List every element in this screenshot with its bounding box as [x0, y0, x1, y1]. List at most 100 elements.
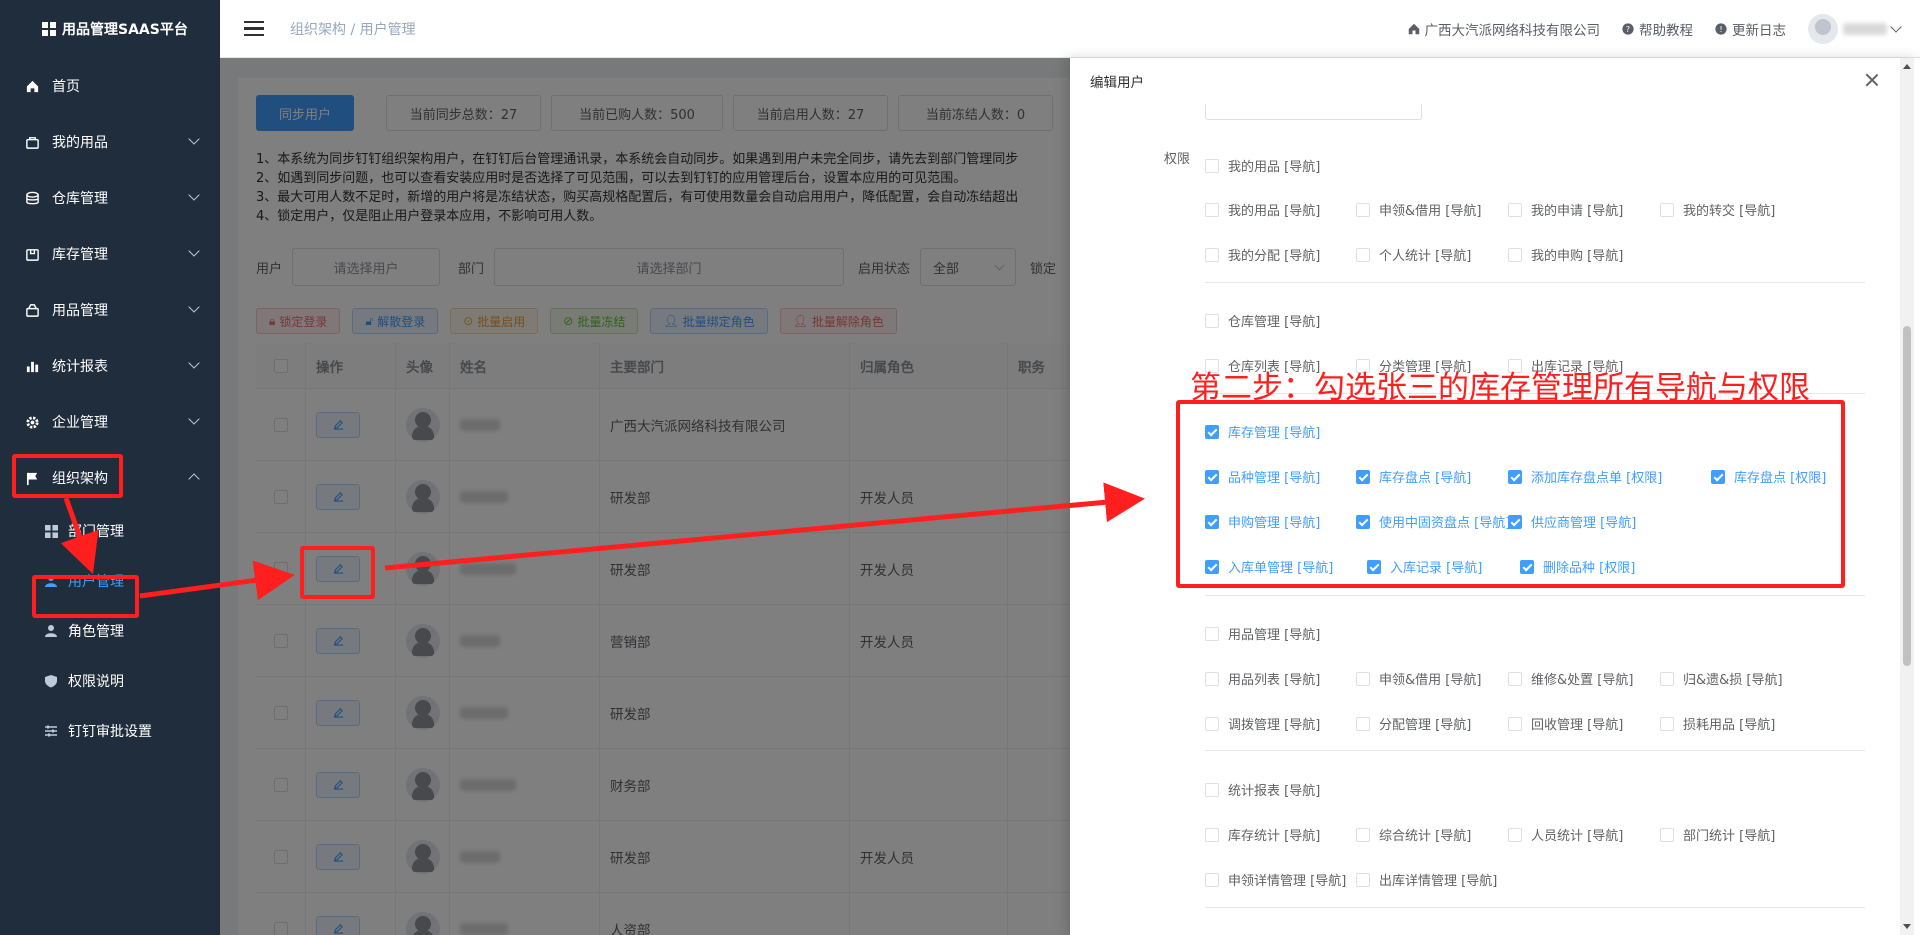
box-icon — [24, 246, 40, 262]
home-icon — [24, 78, 40, 94]
sidebar-item-enterprise[interactable]: 企业管理 — [0, 394, 220, 450]
sidebar-item-inventory[interactable]: 库存管理 — [0, 226, 220, 282]
checkbox[interactable] — [1660, 671, 1674, 686]
permission-checkbox[interactable]: 个人统计 [导航] — [1356, 245, 1471, 264]
permission-label: 综合统计 [导航] — [1379, 829, 1472, 844]
permission-checkbox[interactable]: 我的转交 [导航] — [1660, 200, 1775, 219]
avatar — [1808, 14, 1838, 44]
changelog-link[interactable]: ! 更新日志 — [1715, 19, 1786, 39]
bar-chart-icon — [24, 358, 40, 374]
checkbox[interactable] — [1508, 671, 1522, 686]
permission-checkbox[interactable]: 我的用品 [导航] — [1205, 156, 1320, 175]
sidebar-item-supplies[interactable]: 用品管理 — [0, 282, 220, 338]
permission-checkbox[interactable]: 归&遗&损 [导航] — [1660, 669, 1783, 688]
breadcrumb-parent[interactable]: 组织架构 — [290, 22, 346, 38]
permission-checkbox[interactable]: 申领&借用 [导航] — [1356, 200, 1481, 219]
sidebar-subitem-label: 角色管理 — [68, 624, 124, 640]
checkbox[interactable] — [1660, 716, 1674, 731]
checkbox[interactable] — [1660, 827, 1674, 842]
chevron-down-icon — [1890, 21, 1902, 33]
checkbox[interactable] — [1205, 158, 1219, 173]
input-field-stub[interactable] — [1205, 104, 1422, 120]
sidebar-item-warehouse[interactable]: 仓库管理 — [0, 170, 220, 226]
sidebar-subitem-dingtalk[interactable]: 钉钉审批设置 — [0, 706, 220, 756]
highlight-box-permissions — [1176, 400, 1845, 588]
permission-checkbox[interactable]: 用品管理 [导航] — [1205, 624, 1320, 643]
checkbox[interactable] — [1205, 247, 1219, 262]
checkbox[interactable] — [1205, 872, 1219, 887]
checkbox[interactable] — [1205, 716, 1219, 731]
permission-checkbox[interactable]: 部门统计 [导航] — [1660, 825, 1775, 844]
permission-checkbox[interactable]: 统计报表 [导航] — [1205, 780, 1320, 799]
permission-label: 我的用品 [导航] — [1228, 204, 1321, 219]
checkbox[interactable] — [1508, 202, 1522, 217]
checkbox[interactable] — [1205, 202, 1219, 217]
checkbox[interactable] — [1356, 827, 1370, 842]
home-icon — [1408, 23, 1419, 35]
checkbox[interactable] — [1508, 827, 1522, 842]
permission-checkbox[interactable]: 人员统计 [导航] — [1508, 825, 1623, 844]
checkbox[interactable] — [1508, 716, 1522, 731]
checkbox[interactable] — [1508, 247, 1522, 262]
user-menu[interactable] — [1808, 14, 1902, 44]
permission-checkbox[interactable]: 维修&处置 [导航] — [1508, 669, 1633, 688]
permission-checkbox[interactable]: 申领详情管理 [导航] — [1205, 870, 1346, 889]
chevron-down-icon — [188, 301, 200, 313]
topbar-right: 广西大汽派网络科技有限公司 ? 帮助教程 ! 更新日志 — [1408, 0, 1902, 58]
modal-overlay[interactable] — [220, 58, 1070, 935]
permission-label: 调拨管理 [导航] — [1228, 718, 1321, 733]
permission-label: 我的申购 [导航] — [1531, 249, 1624, 264]
checkbox[interactable] — [1205, 827, 1219, 842]
checkbox[interactable] — [1660, 202, 1674, 217]
scrollbar-thumb[interactable] — [1903, 326, 1911, 666]
changelog-label: 更新日志 — [1732, 23, 1786, 39]
checkbox[interactable] — [1356, 671, 1370, 686]
permission-label: 人员统计 [导航] — [1531, 829, 1624, 844]
permission-checkbox[interactable]: 调拨管理 [导航] — [1205, 714, 1320, 733]
scroll-up-icon[interactable] — [1903, 64, 1911, 69]
chevron-down-icon — [188, 245, 200, 257]
scrollbar[interactable] — [1900, 58, 1914, 935]
permission-checkbox[interactable]: 我的分配 [导航] — [1205, 245, 1320, 264]
permission-checkbox[interactable]: 综合统计 [导航] — [1356, 825, 1471, 844]
sidebar-item-reports[interactable]: 统计报表 — [0, 338, 220, 394]
permission-checkbox[interactable]: 出库详情管理 [导航] — [1356, 870, 1497, 889]
database-icon — [24, 190, 40, 206]
checkbox[interactable] — [1356, 202, 1370, 217]
permission-checkbox[interactable]: 仓库管理 [导航] — [1205, 311, 1320, 330]
hamburger-menu-icon[interactable] — [244, 20, 264, 37]
close-icon[interactable] — [1864, 72, 1880, 88]
group-divider — [1205, 282, 1865, 283]
permission-checkbox[interactable]: 申领&借用 [导航] — [1356, 669, 1481, 688]
checkbox[interactable] — [1205, 313, 1219, 328]
checkbox[interactable] — [1356, 247, 1370, 262]
permission-label: 我的申请 [导航] — [1531, 204, 1624, 219]
permission-checkbox[interactable]: 库存统计 [导航] — [1205, 825, 1320, 844]
sidebar-subitem-departments[interactable]: 部门管理 — [0, 506, 220, 556]
checkbox[interactable] — [1205, 671, 1219, 686]
help-link[interactable]: ? 帮助教程 — [1622, 19, 1693, 39]
company-link[interactable]: 广西大汽派网络科技有限公司 — [1408, 19, 1600, 39]
permission-label: 统计报表 [导航] — [1228, 784, 1321, 799]
permission-checkbox[interactable]: 回收管理 [导航] — [1508, 714, 1623, 733]
svg-text:?: ? — [1626, 24, 1630, 34]
sidebar-item-my-items[interactable]: 我的用品 — [0, 114, 220, 170]
permission-checkbox[interactable]: 我的用品 [导航] — [1205, 200, 1320, 219]
permission-checkbox[interactable]: 我的申购 [导航] — [1508, 245, 1623, 264]
sidebar-item-home[interactable]: 首页 — [0, 58, 220, 114]
permission-label: 归&遗&损 [导航] — [1683, 673, 1783, 688]
checkbox[interactable] — [1356, 872, 1370, 887]
checkbox[interactable] — [1356, 716, 1370, 731]
checkbox[interactable] — [1205, 782, 1219, 797]
sidebar-item-label: 统计报表 — [52, 359, 108, 375]
app-logo[interactable]: 用品管理SAAS平台 — [0, 0, 220, 58]
scroll-down-icon[interactable] — [1903, 924, 1911, 929]
drawer-title: 编辑用户 — [1090, 75, 1144, 91]
permission-checkbox[interactable]: 分配管理 [导航] — [1356, 714, 1471, 733]
checkbox[interactable] — [1205, 626, 1219, 641]
sidebar-subitem-permissions[interactable]: 权限说明 — [0, 656, 220, 706]
permission-label: 库存统计 [导航] — [1228, 829, 1321, 844]
permission-checkbox[interactable]: 我的申请 [导航] — [1508, 200, 1623, 219]
permission-checkbox[interactable]: 损耗用品 [导航] — [1660, 714, 1775, 733]
permission-checkbox[interactable]: 用品列表 [导航] — [1205, 669, 1320, 688]
